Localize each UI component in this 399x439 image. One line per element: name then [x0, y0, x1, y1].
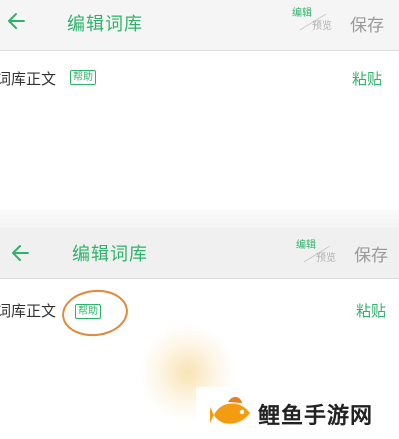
content-label: 词库正文	[0, 302, 57, 320]
page-title: 编辑词库	[72, 244, 148, 265]
save-button[interactable]: 保存	[350, 11, 384, 36]
watermark-text: 鲤鱼手游网	[258, 404, 374, 429]
back-arrow-icon[interactable]	[8, 238, 34, 268]
fish-logo-icon	[210, 396, 250, 424]
toggle-preview-label: 预览	[316, 253, 336, 264]
screen-before: 编辑词库 编辑 预览 保存 词库正文 帮助 粘贴	[0, 0, 399, 210]
top-bar: 编辑词库 编辑 预览 保存	[0, 0, 399, 51]
watermark: 鲤鱼手游网	[196, 387, 399, 439]
paste-button[interactable]: 粘贴	[352, 68, 382, 89]
save-button[interactable]: 保存	[354, 241, 388, 266]
content-label: 词库正文	[0, 70, 57, 88]
highlight-circle	[59, 286, 131, 340]
edit-preview-toggle[interactable]: 编辑 预览	[296, 236, 340, 270]
toggle-edit-label: 编辑	[292, 8, 312, 19]
top-bar: 编辑词库 编辑 预览 保存	[0, 228, 399, 279]
toggle-edit-label: 编辑	[296, 240, 316, 251]
help-button[interactable]: 帮助	[70, 70, 96, 85]
paste-button[interactable]: 粘贴	[356, 300, 386, 321]
page-title: 编辑词库	[67, 14, 143, 35]
back-arrow-icon[interactable]	[4, 6, 30, 36]
toggle-preview-label: 预览	[312, 21, 332, 32]
edit-preview-toggle[interactable]: 编辑 预览	[292, 4, 336, 38]
